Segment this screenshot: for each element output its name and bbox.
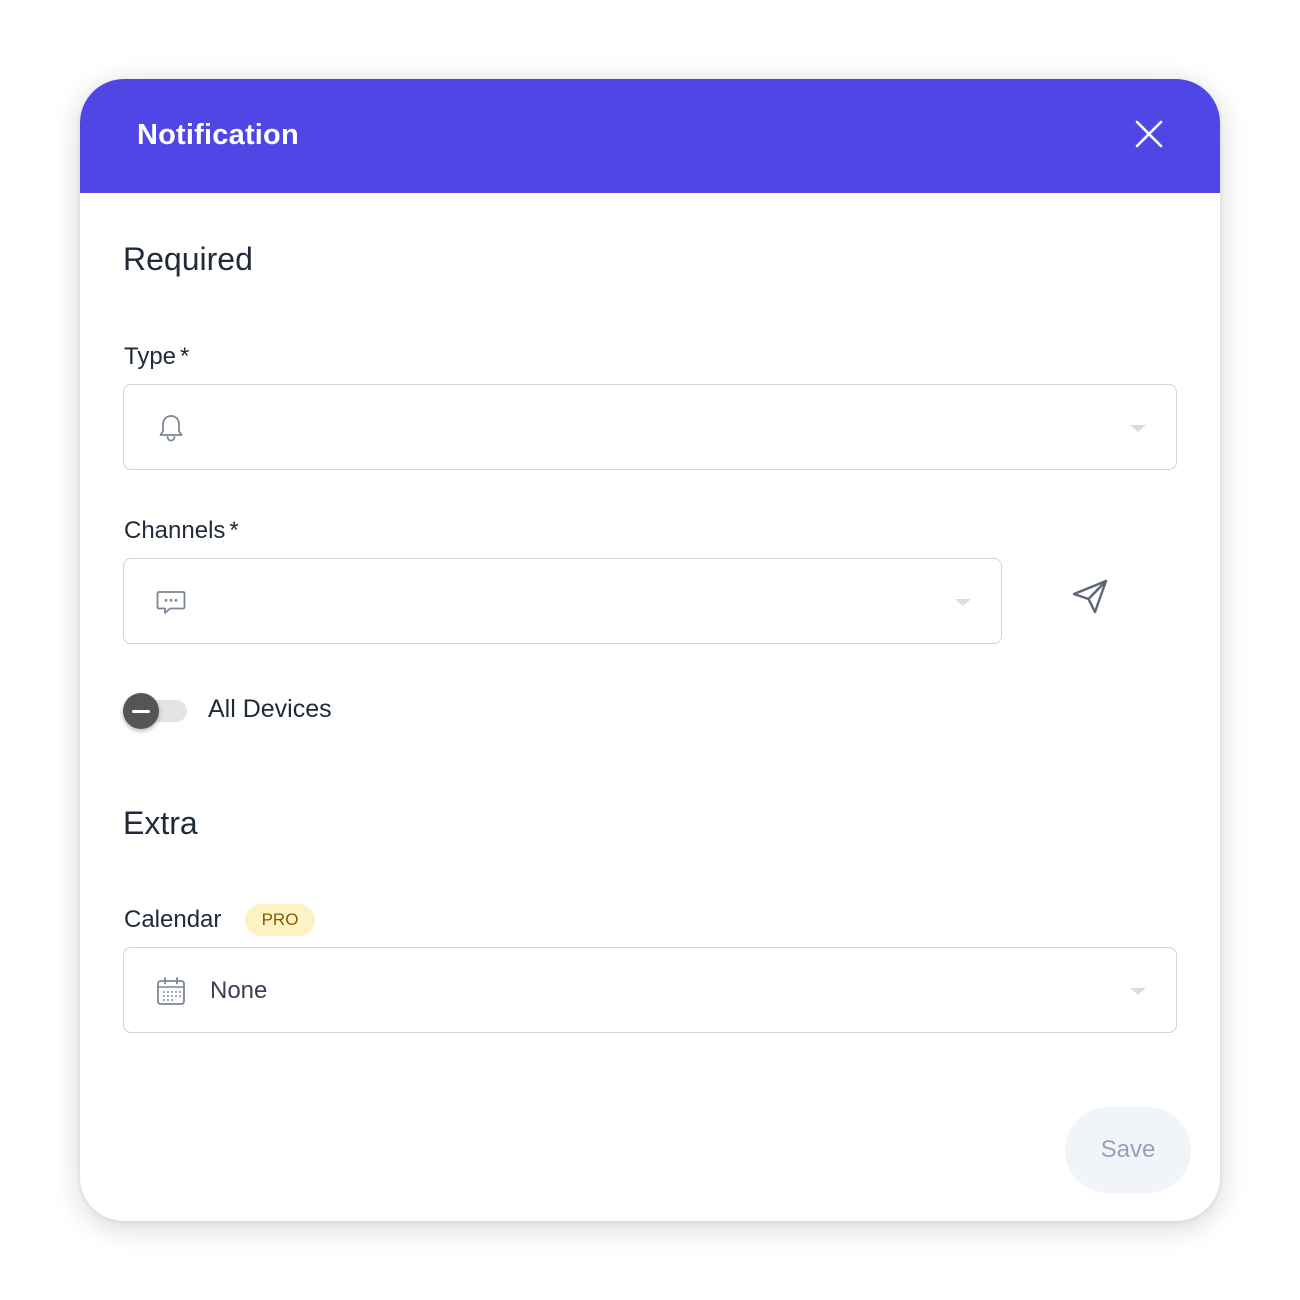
calendar-value: None: [210, 977, 268, 1004]
save-button[interactable]: Save: [1065, 1107, 1191, 1193]
section-title-required: Required: [123, 241, 253, 277]
close-button[interactable]: [1130, 115, 1168, 153]
chevron-down-icon: [1130, 988, 1146, 995]
type-label-text: Type: [124, 343, 177, 370]
chat-bubble-icon: [156, 591, 186, 614]
chevron-down-icon: [1130, 425, 1146, 432]
bell-icon: [159, 415, 183, 442]
toggle-knob: [123, 693, 159, 729]
type-required-mark: *: [180, 343, 190, 370]
calendar-label: Calendar: [124, 906, 222, 933]
calendar-select[interactable]: None: [123, 947, 1177, 1033]
all-devices-label: All Devices: [208, 695, 332, 723]
dialog-header: Notification: [80, 79, 1220, 193]
all-devices-toggle[interactable]: [123, 693, 187, 729]
channels-required-mark: *: [229, 517, 239, 544]
type-select[interactable]: [123, 384, 1177, 470]
channels-select[interactable]: [123, 558, 1002, 644]
pro-badge: PRO: [245, 904, 315, 936]
type-label: Type *: [124, 342, 189, 372]
dialog-title: Notification: [137, 119, 299, 151]
send-icon: [1072, 579, 1108, 614]
send-button[interactable]: [1068, 575, 1112, 619]
channels-label-text: Channels: [124, 517, 226, 544]
channels-label: Channels *: [124, 516, 239, 546]
notification-dialog: Notification Required Type* Channels*: [80, 79, 1220, 1221]
close-icon: [1135, 120, 1163, 148]
calendar-icon: [157, 977, 185, 1005]
section-title-extra: Extra: [123, 805, 198, 841]
chevron-down-icon: [955, 599, 971, 606]
